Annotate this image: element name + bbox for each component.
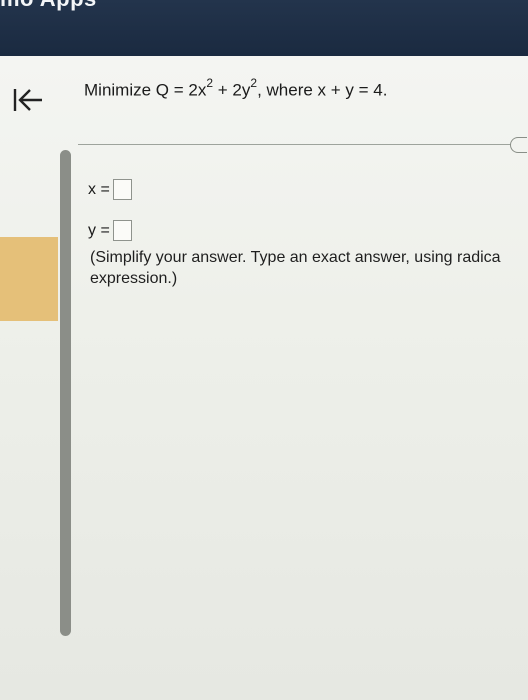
x-answer-input[interactable] xyxy=(112,179,132,200)
app-title: mo Apps xyxy=(0,0,97,12)
top-bar: mo Apps xyxy=(0,0,528,56)
question-prefix: Minimize Q = 2x xyxy=(84,80,207,100)
scrollbar[interactable] xyxy=(60,150,71,636)
divider xyxy=(78,144,514,145)
panel-resize-handle-icon[interactable] xyxy=(510,137,527,153)
answer-row-x: x = xyxy=(88,179,132,200)
y-answer-input[interactable] xyxy=(112,220,132,241)
highlight-band xyxy=(0,237,58,321)
question-middle: + 2y xyxy=(213,80,251,100)
question-panel xyxy=(0,56,528,700)
question-suffix: , where x + y = 4. xyxy=(257,80,388,100)
exponent-1: 2 xyxy=(206,76,214,90)
question-text: Minimize Q = 2x2 + 2y2, where x + y = 4. xyxy=(84,76,388,101)
exponent-2: 2 xyxy=(250,76,258,90)
x-label: x = xyxy=(88,180,110,198)
back-to-start-button[interactable] xyxy=(8,82,48,118)
answer-row-y: y = xyxy=(88,220,132,241)
y-label: y = xyxy=(88,221,110,239)
back-to-start-icon xyxy=(13,89,42,111)
answer-instructions: (Simplify your answer. Type an exact ans… xyxy=(90,249,501,287)
